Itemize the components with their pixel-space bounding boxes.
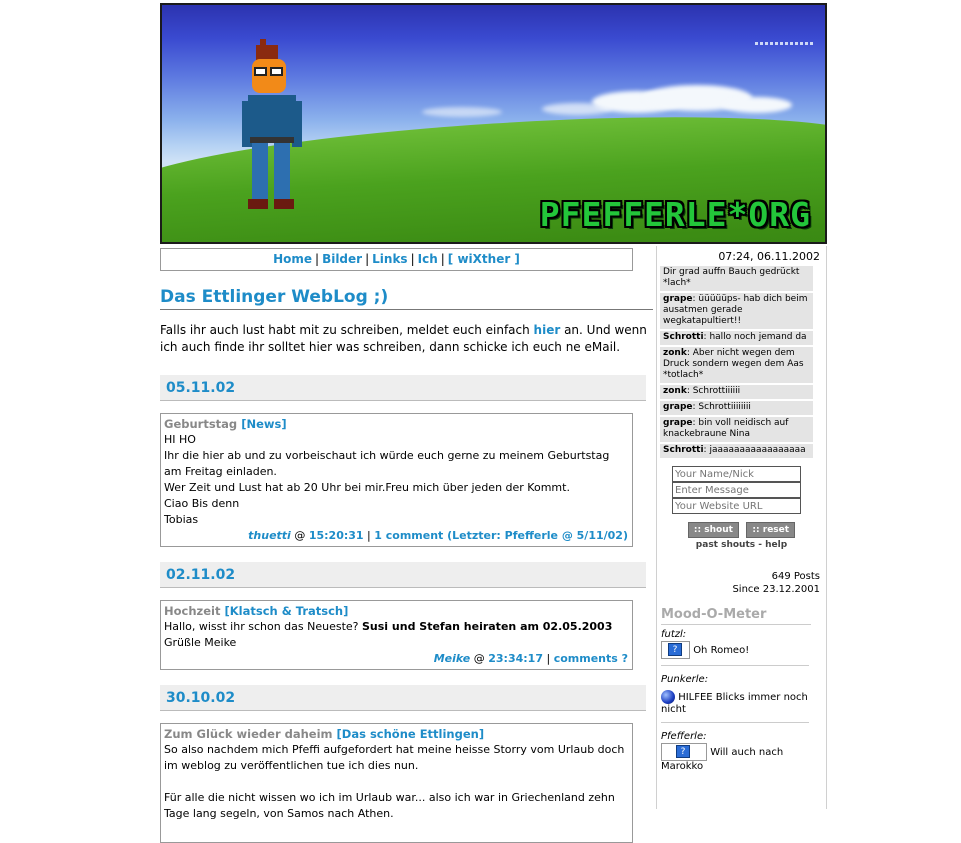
post-comments-link[interactable]: 1 comment (Letzter: Pfefferle @ 5/11/02) bbox=[374, 529, 628, 542]
post-header: Hochzeit [Klatsch & Tratsch] bbox=[164, 603, 628, 619]
nav-links[interactable]: Links bbox=[372, 252, 407, 266]
nav-bilder[interactable]: Bilder bbox=[322, 252, 362, 266]
blog-post: Zum Glück wieder daheim [Das schöne Ettl… bbox=[160, 723, 633, 843]
mood-user: Pfefferle: bbox=[661, 731, 707, 742]
reset-button[interactable]: :: reset bbox=[746, 522, 796, 538]
post-author-link[interactable]: thuetti bbox=[248, 529, 291, 542]
post-stats: 649 Posts Since 23.12.2001 bbox=[657, 570, 820, 596]
shout-button[interactable]: :: shout bbox=[687, 522, 739, 538]
nav-ich[interactable]: Ich bbox=[418, 252, 438, 266]
post-line: Grüßle Meike bbox=[164, 636, 237, 649]
shoutbox: Dir grad auffn Bauch gedrückt *lach* gra… bbox=[660, 266, 813, 460]
help-link[interactable]: help bbox=[765, 540, 787, 550]
post-category-link[interactable]: [Klatsch & Tratsch] bbox=[224, 604, 348, 618]
nav-wixther[interactable]: [ wiXther ] bbox=[448, 252, 520, 266]
post-category-link[interactable]: [News] bbox=[241, 417, 286, 431]
mood-user: Punkerle: bbox=[661, 674, 709, 685]
shout-message-input[interactable] bbox=[672, 482, 801, 498]
header-banner: PFEFFERLE*ORG bbox=[160, 3, 827, 244]
shout-entry: grape: Schrottiiiiiiii bbox=[660, 401, 813, 417]
blue-ball-icon bbox=[661, 690, 675, 704]
nav-home[interactable]: Home bbox=[273, 252, 312, 266]
register-link[interactable]: hier bbox=[534, 323, 561, 337]
shout-entry: Schrotti: hallo noch jemand da bbox=[660, 331, 813, 347]
blog-post: Hochzeit [Klatsch & Tratsch] Hallo, wiss… bbox=[160, 600, 633, 670]
site-logo[interactable]: PFEFFERLE*ORG bbox=[540, 195, 811, 234]
shout-entry: zonk: Schrottiiiiii bbox=[660, 385, 813, 401]
post-line: So also nachdem mich Pfeffi aufgefordert… bbox=[164, 743, 625, 772]
post-footer: thuetti @ 15:20:31 | 1 comment (Letzter:… bbox=[248, 529, 628, 542]
past-shouts-link[interactable]: past shouts bbox=[696, 540, 755, 550]
post-title: Geburtstag bbox=[164, 417, 238, 431]
shout-entry: zonk: Aber nicht wegen dem Druck sondern… bbox=[660, 347, 813, 385]
post-category-link[interactable]: [Das schöne Ettlingen] bbox=[337, 727, 485, 741]
mood-meter-title: Mood-O-Meter bbox=[661, 607, 811, 625]
posts-count: 649 Posts bbox=[771, 571, 820, 582]
shout-entry: grape: üüüüüps- hab dich beim ausatmen g… bbox=[660, 293, 813, 331]
mood-entry: Pfefferle: ? Will auch nach Marokko bbox=[661, 723, 809, 779]
blog-post: Geburtstag [News] HI HO Ihr die hier ab … bbox=[160, 413, 633, 547]
sidebar: 07:24, 06.11.2002 Dir grad auffn Bauch g… bbox=[656, 246, 827, 809]
post-line: Ciao Bis denn bbox=[164, 497, 240, 510]
post-time-link[interactable]: 15:20:31 bbox=[309, 529, 364, 542]
main-content: Das Ettlinger WebLog ;) Falls ihr auch l… bbox=[160, 286, 653, 843]
date-header: 30.10.02 bbox=[160, 685, 646, 711]
pixel-character-image bbox=[240, 39, 302, 215]
post-line: Hallo, wisst ihr schon das Neueste? Susi… bbox=[164, 620, 613, 633]
date-time: 07:24, 06.11.2002 bbox=[718, 250, 820, 263]
date-header: 02.11.02 bbox=[160, 562, 646, 588]
mood-user: futzl: bbox=[661, 629, 687, 640]
post-line: Ihr die hier ab und zu vorbeischaut ich … bbox=[164, 449, 610, 478]
post-footer: Meike @ 23:34:17 | comments ? bbox=[433, 652, 628, 665]
question-icon: ? bbox=[661, 641, 690, 659]
since-date: Since 23.12.2001 bbox=[732, 584, 820, 595]
post-title: Hochzeit bbox=[164, 604, 221, 618]
intro-text: Falls ihr auch lust habt mit zu schreibe… bbox=[160, 323, 647, 354]
post-title: Zum Glück wieder daheim bbox=[164, 727, 333, 741]
banner-decoration bbox=[755, 42, 813, 45]
shout-name-input[interactable] bbox=[672, 466, 801, 482]
post-line: HI HO bbox=[164, 433, 196, 446]
shout-entry: Schrotti: jaaaaaaaaaaaaaaaaa bbox=[660, 444, 813, 460]
main-navigation: Home | Bilder | Links | Ich |[ wiXther ] bbox=[160, 248, 633, 271]
mood-entry: futzl: ? Oh Romeo! bbox=[661, 625, 809, 666]
shout-entry: grape: bin voll neidisch auf knackebraun… bbox=[660, 417, 813, 444]
shout-website-input[interactable] bbox=[672, 498, 801, 514]
page-title: Das Ettlinger WebLog ;) bbox=[160, 286, 653, 310]
post-line: Für alle die nicht wissen wo ich im Urla… bbox=[164, 791, 615, 820]
mood-text: HILFEE Blicks immer noch nicht bbox=[661, 692, 808, 715]
date-header: 05.11.02 bbox=[160, 375, 646, 401]
mood-entry: Punkerle: HILFEE Blicks immer noch nicht bbox=[661, 666, 809, 723]
post-time-link[interactable]: 23:34:17 bbox=[488, 652, 543, 665]
shout-entry: Dir grad auffn Bauch gedrückt *lach* bbox=[660, 266, 813, 293]
post-header: Geburtstag [News] bbox=[164, 416, 628, 432]
question-icon: ? bbox=[661, 743, 707, 761]
mood-text: Oh Romeo! bbox=[693, 645, 750, 656]
post-line: Wer Zeit und Lust hat ab 20 Uhr bei mir.… bbox=[164, 481, 570, 494]
post-comments-link[interactable]: comments ? bbox=[554, 652, 628, 665]
post-author-link[interactable]: Meike bbox=[434, 652, 471, 665]
post-line: Tobias bbox=[164, 513, 199, 526]
post-header: Zum Glück wieder daheim [Das schöne Ettl… bbox=[164, 726, 628, 742]
